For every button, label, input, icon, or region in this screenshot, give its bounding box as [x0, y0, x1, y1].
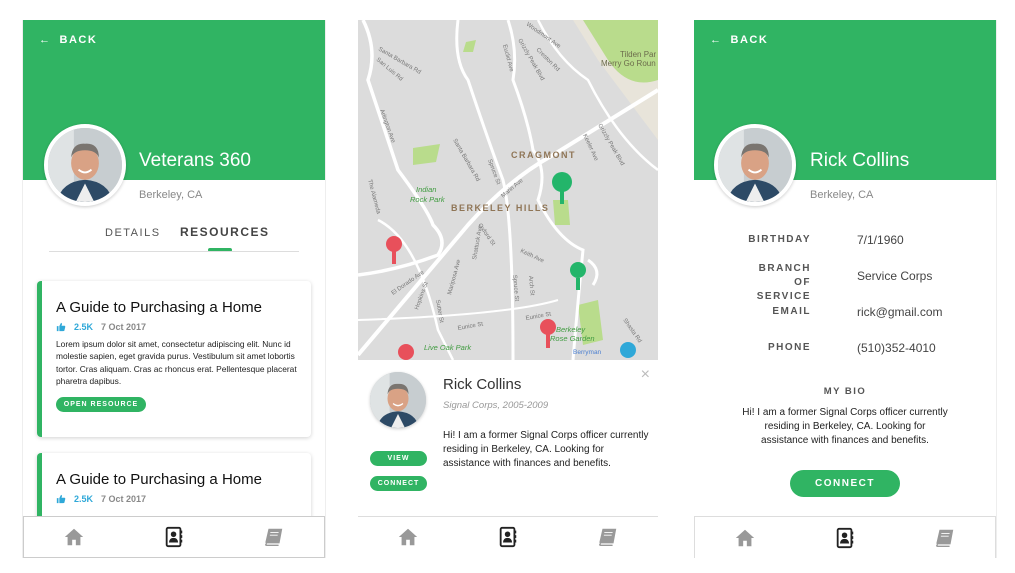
book-icon[interactable]: [597, 526, 619, 548]
field-value: 7/1/1960: [857, 233, 904, 247]
field-value: Service Corps: [857, 269, 933, 283]
map-label: CRAGMONT: [511, 150, 576, 160]
map-label: Indian: [416, 185, 436, 194]
card-title: A Guide to Purchasing a Home: [56, 471, 262, 488]
tab-divider: [49, 251, 299, 252]
field-value: rick@gmail.com: [857, 305, 943, 319]
open-resource-button[interactable]: OPEN RESOURCE: [56, 397, 146, 413]
thumbs-up-icon: [56, 494, 66, 504]
arrow-left-icon: ←: [39, 34, 52, 46]
avatar: [44, 124, 126, 206]
connect-button[interactable]: CONNECT: [790, 470, 900, 497]
map-label: Tilden Par: [620, 50, 657, 59]
map-label: BERKELEY HILLS: [451, 203, 549, 213]
screen-map: CRAGMONT BERKELEY HILLS Indian Rock Park…: [358, 20, 658, 558]
likes-count: 2.5K: [74, 322, 94, 332]
bottom-nav: [358, 516, 658, 558]
card-date: 7 Oct 2017: [101, 322, 147, 332]
likes-count: 2.5K: [74, 494, 94, 504]
field-label: EMAIL: [772, 306, 811, 317]
contacts-icon[interactable]: [163, 526, 185, 548]
map-label: Berkeley: [556, 325, 586, 334]
profile-popup: Rick Collins Signal Corps, 2005-2009 Hi!…: [358, 360, 658, 517]
contacts-icon[interactable]: [497, 526, 519, 548]
thumbs-up-icon: [56, 322, 66, 332]
card-date: 7 Oct 2017: [101, 494, 147, 504]
bio-text: Hi! I am a former Signal Corps officer c…: [742, 407, 948, 446]
view-button[interactable]: VIEW: [370, 451, 427, 466]
contacts-icon[interactable]: [834, 527, 856, 549]
profile-name: Rick Collins: [810, 150, 910, 171]
bio-label: MY BIO: [823, 386, 867, 397]
map-label: Berryman: [573, 349, 602, 356]
resource-card: A Guide to Purchasing a Home 2.5K 7 Oct 2…: [37, 281, 311, 437]
field-label: BRANCH OF SERVICE: [756, 263, 811, 302]
field-label: BIRTHDAY: [748, 234, 811, 245]
map-label: Live Oak Park: [424, 343, 472, 352]
card-title: A Guide to Purchasing a Home: [56, 299, 262, 316]
home-icon[interactable]: [397, 526, 419, 548]
location: Berkeley, CA: [810, 189, 874, 201]
bottom-nav: [694, 516, 996, 558]
screen-profile: ← BACK Rick Collins Berkeley, CA BIRTHDAY…: [694, 20, 997, 558]
field-value: (510)352-4010: [857, 341, 936, 355]
back-button[interactable]: ← BACK: [39, 34, 97, 46]
popup-name: Rick Collins: [443, 376, 522, 393]
avatar: [714, 124, 796, 206]
popup-bio: Hi! I am a former Signal Corps officer c…: [443, 430, 649, 469]
book-icon[interactable]: [263, 526, 285, 548]
screen-organization-resources: ← BACK Veterans 360 Berkeley, CA DETAILS …: [22, 20, 326, 558]
avatar: [370, 372, 426, 428]
home-icon[interactable]: [63, 526, 85, 548]
tab-resources[interactable]: RESOURCES: [180, 225, 270, 239]
back-label: BACK: [59, 34, 98, 46]
map-label: Merry Go Roun: [601, 59, 656, 68]
map[interactable]: CRAGMONT BERKELEY HILLS Indian Rock Park…: [358, 20, 658, 360]
card-body: Lorem ipsum dolor sit amet, consectetur …: [56, 339, 297, 386]
connect-button[interactable]: CONNECT: [370, 476, 427, 491]
popup-subtitle: Signal Corps, 2005-2009: [443, 400, 549, 411]
bottom-nav: [23, 516, 325, 558]
location: Berkeley, CA: [139, 189, 203, 201]
home-icon[interactable]: [734, 527, 756, 549]
map-pin-blue[interactable]: [620, 342, 636, 358]
map-label: Rock Park: [410, 195, 446, 204]
field-label: PHONE: [767, 342, 811, 353]
close-icon[interactable]: ×: [641, 366, 650, 384]
back-label: BACK: [730, 34, 769, 46]
map-pin-red[interactable]: [398, 344, 414, 360]
book-icon[interactable]: [934, 527, 956, 549]
page-title: Veterans 360: [139, 150, 251, 171]
arrow-left-icon: ←: [710, 34, 723, 46]
map-label: Rose Garden: [550, 334, 595, 343]
tab-details[interactable]: DETAILS: [105, 227, 161, 239]
back-button[interactable]: ← BACK: [710, 34, 768, 46]
